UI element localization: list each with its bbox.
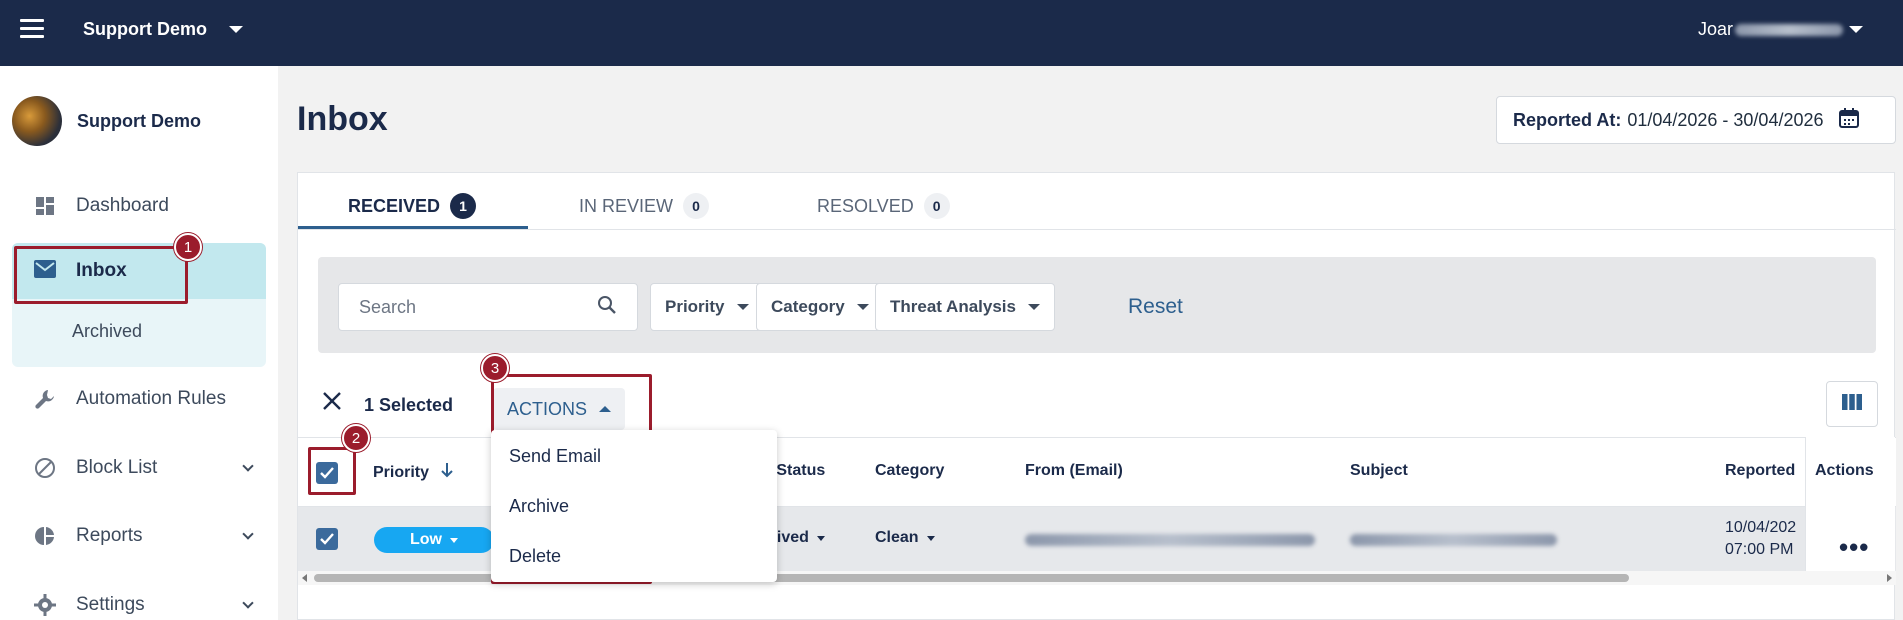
blurred-subject	[1350, 534, 1557, 546]
filter-bar: Priority Category Threat Analysis Reset	[318, 257, 1876, 353]
avatar	[12, 96, 62, 146]
row-checkbox[interactable]	[316, 528, 338, 550]
sidebar-item-label: Block List	[76, 457, 158, 478]
priority-filter[interactable]: Priority	[650, 283, 764, 331]
search-box	[338, 283, 638, 331]
block-icon	[34, 457, 56, 479]
reported-date: 10/04/202	[1725, 519, 1797, 536]
tab-divider	[298, 229, 1896, 230]
threat-analysis-filter-label: Threat Analysis	[890, 297, 1016, 316]
sort-arrow-down-icon	[441, 462, 453, 483]
chevron-down-icon	[229, 26, 243, 33]
menu-item-archive[interactable]: Archive	[509, 496, 569, 517]
priority-filter-label: Priority	[665, 297, 725, 316]
close-icon[interactable]	[322, 391, 342, 416]
callout-badge: 3	[481, 354, 509, 382]
tab-label: IN REVIEW	[579, 195, 674, 216]
search-input[interactable]	[359, 296, 597, 318]
page-title: Inbox	[297, 100, 388, 138]
column-reported[interactable]: Reported	[1725, 462, 1795, 480]
tab-resolved[interactable]: RESOLVED 0	[817, 193, 950, 219]
search-icon[interactable]	[597, 295, 617, 320]
sidebar-org-name: Support Demo	[77, 110, 201, 131]
sidebar-item-settings[interactable]: Settings	[12, 577, 266, 620]
callout-box-inbox	[14, 246, 188, 304]
tab-label: RESOLVED	[817, 195, 914, 216]
actions-column: Actions •••	[1805, 437, 1895, 571]
callout-badge: 1	[174, 233, 202, 261]
columns-toggle-button[interactable]	[1826, 381, 1878, 427]
user-name: Joar	[1697, 19, 1733, 39]
caret-down-icon	[926, 535, 935, 541]
blurred-user-name	[1735, 23, 1843, 36]
tab-received[interactable]: RECEIVED 1	[348, 193, 477, 219]
priority-badge[interactable]: Low	[374, 527, 494, 553]
pie-chart-icon	[34, 525, 56, 547]
column-category[interactable]: Category	[875, 462, 944, 480]
tab-count-badge: 0	[683, 193, 710, 219]
calendar-icon[interactable]	[1838, 107, 1860, 134]
reset-filters-link[interactable]: Reset	[1128, 295, 1183, 319]
dashboard-icon	[34, 195, 56, 217]
menu-item-delete[interactable]: Delete	[509, 546, 561, 567]
sidebar-item-block-list[interactable]: Block List	[12, 440, 266, 496]
gear-icon	[34, 594, 56, 616]
sidebar-item-reports[interactable]: Reports	[12, 508, 266, 564]
category-value: Clean	[875, 529, 919, 546]
column-subject[interactable]: Subject	[1350, 462, 1408, 480]
sidebar: Support Demo Dashboard Inbox Archived Au…	[0, 66, 278, 620]
priority-value: Low	[410, 531, 442, 548]
date-range-value: 01/04/2026 - 30/04/2026	[1627, 109, 1824, 130]
sidebar-item-label: Dashboard	[76, 195, 169, 216]
org-switcher[interactable]: Support Demo	[83, 19, 243, 40]
tab-label: RECEIVED	[348, 195, 441, 216]
actions-dropdown-menu: Send Email Archive Delete	[491, 430, 777, 582]
sidebar-item-label: Automation Rules	[76, 388, 226, 409]
tab-in-review[interactable]: IN REVIEW 0	[579, 193, 710, 219]
top-bar: Support Demo Joar	[0, 0, 1903, 66]
hamburger-menu-icon[interactable]	[20, 19, 44, 39]
tab-count-badge: 1	[450, 193, 477, 219]
column-from[interactable]: From (Email)	[1025, 462, 1123, 480]
tab-count-badge: 0	[923, 193, 950, 219]
caret-down-icon	[1027, 304, 1040, 310]
category-cell[interactable]: Clean	[875, 529, 935, 547]
reported-time: 07:00 PM	[1725, 541, 1794, 558]
chevron-down-icon[interactable]	[242, 460, 254, 472]
date-range-picker[interactable]: Reported At: 01/04/2026 - 30/04/2026	[1496, 96, 1896, 144]
chevron-down-icon[interactable]	[242, 597, 254, 609]
caret-down-icon	[856, 304, 869, 310]
date-range-label: Reported At:	[1513, 109, 1622, 130]
threat-analysis-filter[interactable]: Threat Analysis	[875, 283, 1055, 331]
caret-down-icon	[816, 535, 825, 541]
caret-down-icon	[736, 304, 749, 310]
menu-item-send-email[interactable]: Send Email	[509, 446, 601, 467]
chevron-down-icon	[1849, 26, 1863, 33]
wrench-icon	[34, 388, 56, 410]
org-card: Support Demo	[12, 96, 201, 146]
org-switcher-label: Support Demo	[83, 19, 207, 39]
scroll-right-arrow-icon[interactable]	[1887, 574, 1892, 582]
column-priority-label: Priority	[373, 463, 430, 481]
column-priority[interactable]: Priority	[373, 462, 453, 483]
columns-icon	[1842, 393, 1862, 415]
callout-box-select-all	[308, 447, 356, 495]
sidebar-item-label: Settings	[76, 594, 145, 615]
blurred-from-email	[1025, 534, 1315, 546]
callout-badge: 2	[342, 424, 370, 452]
scroll-left-arrow-icon[interactable]	[302, 574, 307, 582]
row-more-options-icon[interactable]: •••	[1839, 532, 1869, 563]
sidebar-item-dashboard[interactable]: Dashboard	[12, 178, 266, 234]
sidebar-item-label: Reports	[76, 525, 143, 546]
category-filter-label: Category	[771, 297, 845, 316]
sidebar-item-archived[interactable]: Archived	[72, 321, 142, 342]
user-menu[interactable]: Joar	[1698, 19, 1863, 40]
chevron-down-icon[interactable]	[242, 528, 254, 540]
column-actions: Actions	[1815, 462, 1874, 479]
selected-count: 1 Selected	[364, 395, 454, 415]
sidebar-item-automation-rules[interactable]: Automation Rules	[12, 371, 266, 427]
category-filter[interactable]: Category	[756, 283, 884, 331]
caret-down-icon	[450, 537, 458, 543]
